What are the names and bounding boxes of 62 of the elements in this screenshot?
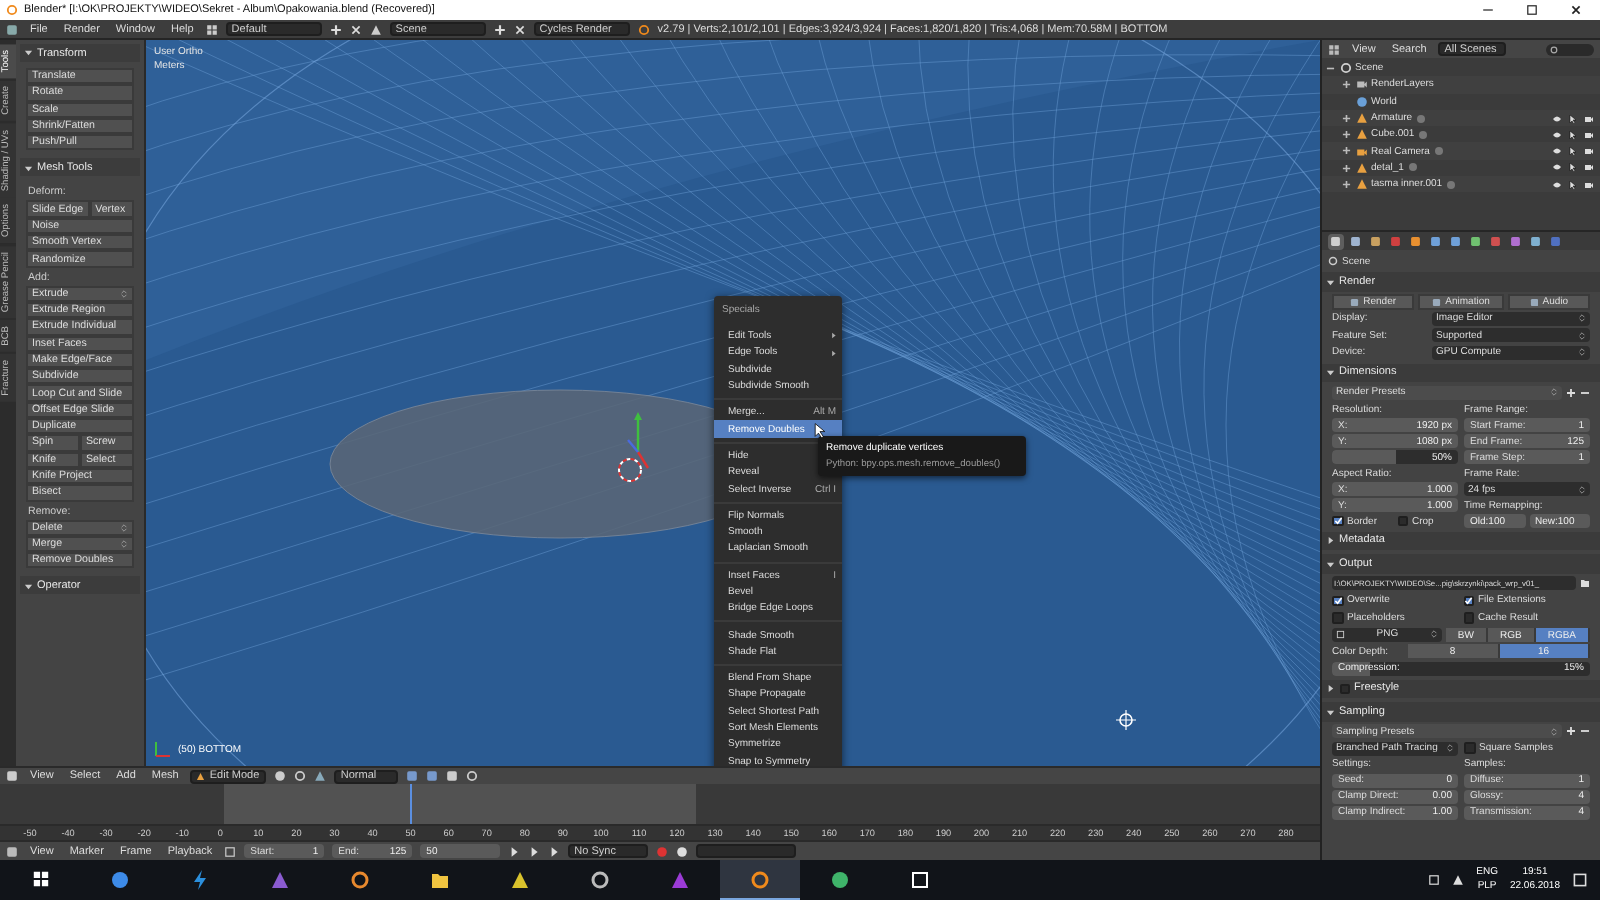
app-logo-icon	[6, 4, 18, 16]
app-logo-icon	[637, 23, 650, 35]
remove-icon[interactable]	[1580, 387, 1590, 398]
editor-type-icon[interactable]	[1328, 43, 1340, 55]
pointer-icon	[812, 422, 828, 438]
minimize-icon[interactable]	[1482, 4, 1494, 16]
camera-icon	[1355, 145, 1367, 158]
windows-logo-icon	[31, 870, 49, 888]
camera-icon[interactable]	[1584, 146, 1594, 157]
button-icon	[1529, 297, 1539, 306]
editor-type-icon[interactable]	[6, 845, 18, 857]
search-field[interactable]	[1546, 43, 1594, 55]
camera-icon[interactable]	[1584, 129, 1594, 140]
search-icon	[1550, 45, 1558, 53]
expand-icon[interactable]	[1342, 80, 1351, 90]
checkbox[interactable]	[1463, 595, 1474, 606]
expand-icon[interactable]	[1342, 179, 1351, 189]
image-icon	[1336, 630, 1345, 639]
checkmark-icon	[1333, 596, 1342, 605]
expand-icon[interactable]	[1342, 130, 1351, 140]
add-icon[interactable]	[1566, 726, 1576, 737]
checkbox[interactable]	[1332, 595, 1343, 606]
checkbox[interactable]	[1463, 612, 1474, 623]
expand-icon[interactable]	[1342, 146, 1351, 156]
add-icon[interactable]	[329, 23, 342, 35]
editor-type-icon[interactable]	[6, 770, 18, 782]
checkbox[interactable]	[1332, 612, 1343, 623]
camera-icon[interactable]	[1584, 179, 1594, 190]
updown-icon	[1578, 331, 1586, 340]
checkmark-icon	[1333, 516, 1342, 526]
button-icon	[1432, 297, 1442, 306]
layout-icon[interactable]	[205, 23, 218, 35]
checkmark-icon	[1464, 596, 1473, 605]
updown-icon	[1578, 485, 1586, 493]
expand-icon[interactable]	[1342, 113, 1351, 123]
camera-icon[interactable]	[1584, 162, 1594, 173]
browser-icon	[110, 869, 130, 889]
expand-icon[interactable]	[1342, 163, 1351, 173]
keying-set-field[interactable]	[696, 844, 797, 858]
add-icon[interactable]	[1566, 387, 1576, 398]
checkbox[interactable]	[1339, 683, 1350, 694]
cursor-3d-icon	[616, 456, 644, 484]
triangle-icon	[670, 869, 690, 889]
close-icon[interactable]	[1570, 4, 1582, 16]
checkbox[interactable]	[1464, 742, 1475, 754]
collapse-icon[interactable]	[1326, 63, 1335, 73]
crosshair-icon	[1116, 710, 1136, 730]
camera-icon[interactable]	[1584, 113, 1594, 124]
checkbox[interactable]	[1332, 515, 1343, 527]
add-icon[interactable]	[493, 23, 506, 35]
folder-icon	[430, 869, 450, 889]
editor-type-icon[interactable]	[6, 23, 18, 35]
remove-icon[interactable]	[1580, 726, 1590, 737]
button-icon	[1350, 297, 1360, 306]
updown-icon	[1429, 630, 1438, 639]
updown-icon	[1446, 744, 1454, 752]
checkbox[interactable]	[1397, 515, 1408, 527]
render-layers-icon	[1355, 78, 1367, 91]
folder-icon[interactable]	[1580, 578, 1590, 589]
blender-taskbar-button[interactable]	[720, 860, 800, 900]
maximize-icon[interactable]	[1526, 4, 1538, 16]
axes-icon	[152, 740, 172, 760]
